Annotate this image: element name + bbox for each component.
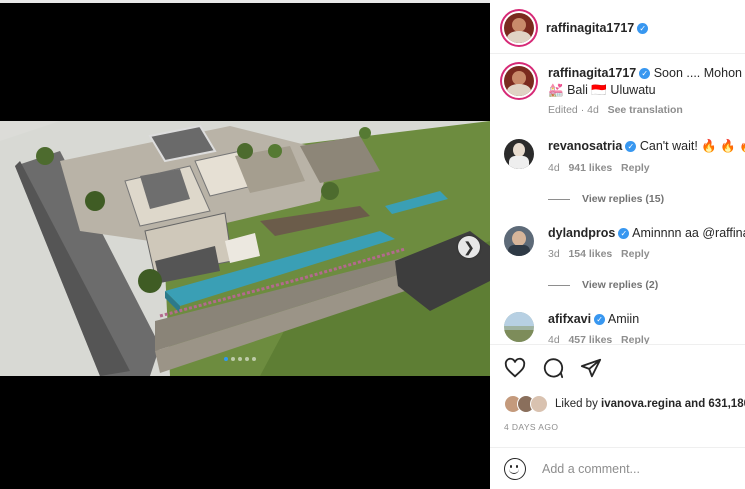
chevron-right-icon: ❯ — [463, 238, 475, 255]
caption-location: Bali 🇮🇩 Uluwatu — [567, 83, 656, 97]
see-translation-link[interactable]: See translation — [608, 104, 683, 116]
comment-text: Amiin — [607, 312, 640, 326]
likes-count[interactable]: and 631,180 others — [682, 398, 745, 410]
commenter-avatar[interactable] — [504, 139, 534, 169]
caption-username[interactable]: raffinagita1717 — [548, 66, 636, 80]
add-comment-bar — [490, 447, 745, 489]
post-timestamp[interactable]: 4 DAYS AGO — [504, 422, 558, 432]
caption-text: Soon .... Mohon doa — [653, 66, 745, 80]
window-edge — [0, 0, 490, 3]
comment-time: 4d — [548, 334, 560, 345]
author-avatar[interactable] — [504, 66, 534, 96]
commenter-avatar[interactable] — [504, 312, 534, 342]
comment-text: Can't wait! 🔥 🔥 🔥 — [639, 139, 745, 153]
comment-likes[interactable]: 154 likes — [568, 248, 612, 260]
carousel-dot — [252, 357, 256, 361]
post-actions — [504, 357, 602, 379]
verified-badge-icon: ✓ — [618, 228, 630, 240]
carousel-dots — [224, 357, 256, 361]
carousel-dot — [224, 357, 228, 361]
comment-likes[interactable]: 941 likes — [568, 162, 612, 174]
caption-edited-time: Edited · 4d — [548, 104, 599, 116]
comment-item: revanosatria ✓ Can't wait! 🔥 🔥 🔥 4d 941 l… — [504, 139, 745, 174]
villa-render-image — [0, 121, 490, 376]
share-send-icon[interactable] — [580, 357, 602, 379]
reply-button[interactable]: Reply — [621, 248, 650, 260]
comment-text: Aminnnn aa @raffinagita1717 — [632, 226, 745, 240]
commenter-avatar[interactable] — [504, 226, 534, 256]
likes-prefix: Liked by — [555, 398, 602, 410]
post-side-panel: raffinagita1717 ✓ raffinagita1717 ✓ Soon … — [490, 0, 745, 489]
carousel-dot — [238, 357, 242, 361]
comment-bubble-icon[interactable] — [542, 357, 564, 379]
carousel-next-button[interactable]: ❯ — [458, 236, 480, 258]
post-media[interactable]: ❯ — [0, 0, 490, 489]
author-avatar[interactable] — [504, 13, 534, 43]
author-username[interactable]: raffinagita1717 — [546, 21, 634, 35]
view-replies-button[interactable]: View replies (2) — [548, 279, 658, 291]
add-comment-input[interactable] — [540, 461, 734, 477]
carousel-dot — [245, 357, 249, 361]
comment-username[interactable]: afifxavi — [548, 312, 591, 326]
post-caption: raffinagita1717✓ Soon .... Mohon doa 💒 B… — [504, 66, 745, 116]
comment-username[interactable]: dylandpros — [548, 226, 615, 240]
reply-button[interactable]: Reply — [621, 162, 650, 174]
like-heart-icon[interactable] — [504, 357, 526, 379]
view-replies-button[interactable]: View replies (15) — [548, 193, 664, 205]
verified-badge-icon: ✓ — [594, 314, 606, 326]
verified-badge-icon: ✓ — [625, 141, 637, 153]
verified-badge-icon: ✓ — [639, 68, 651, 80]
comment-username[interactable]: revanosatria — [548, 139, 622, 153]
verified-badge-icon: ✓ — [637, 22, 649, 34]
comment-time: 3d — [548, 248, 560, 260]
liker-username[interactable]: ivanova.regina — [601, 398, 682, 410]
comment-item: dylandpros✓ Aminnnn aa @raffinagita1717 … — [504, 226, 745, 260]
reply-button[interactable]: Reply — [621, 334, 650, 344]
liker-avatar — [530, 395, 548, 413]
comment-likes[interactable]: 457 likes — [568, 334, 612, 344]
likes-summary: Liked by ivanova.regina and 631,180 othe… — [504, 395, 745, 413]
carousel-dot — [231, 357, 235, 361]
wedding-emoji-icon: 💒 — [548, 83, 564, 97]
post-header: raffinagita1717 ✓ — [490, 3, 745, 54]
comment-time: 4d — [548, 162, 560, 174]
comment-item: afifxavi ✓ Amiin 4d 457 likes Reply — [504, 312, 650, 345]
emoji-picker-icon[interactable] — [504, 458, 526, 480]
comments-scroll-area[interactable]: raffinagita1717✓ Soon .... Mohon doa 💒 B… — [490, 54, 745, 345]
